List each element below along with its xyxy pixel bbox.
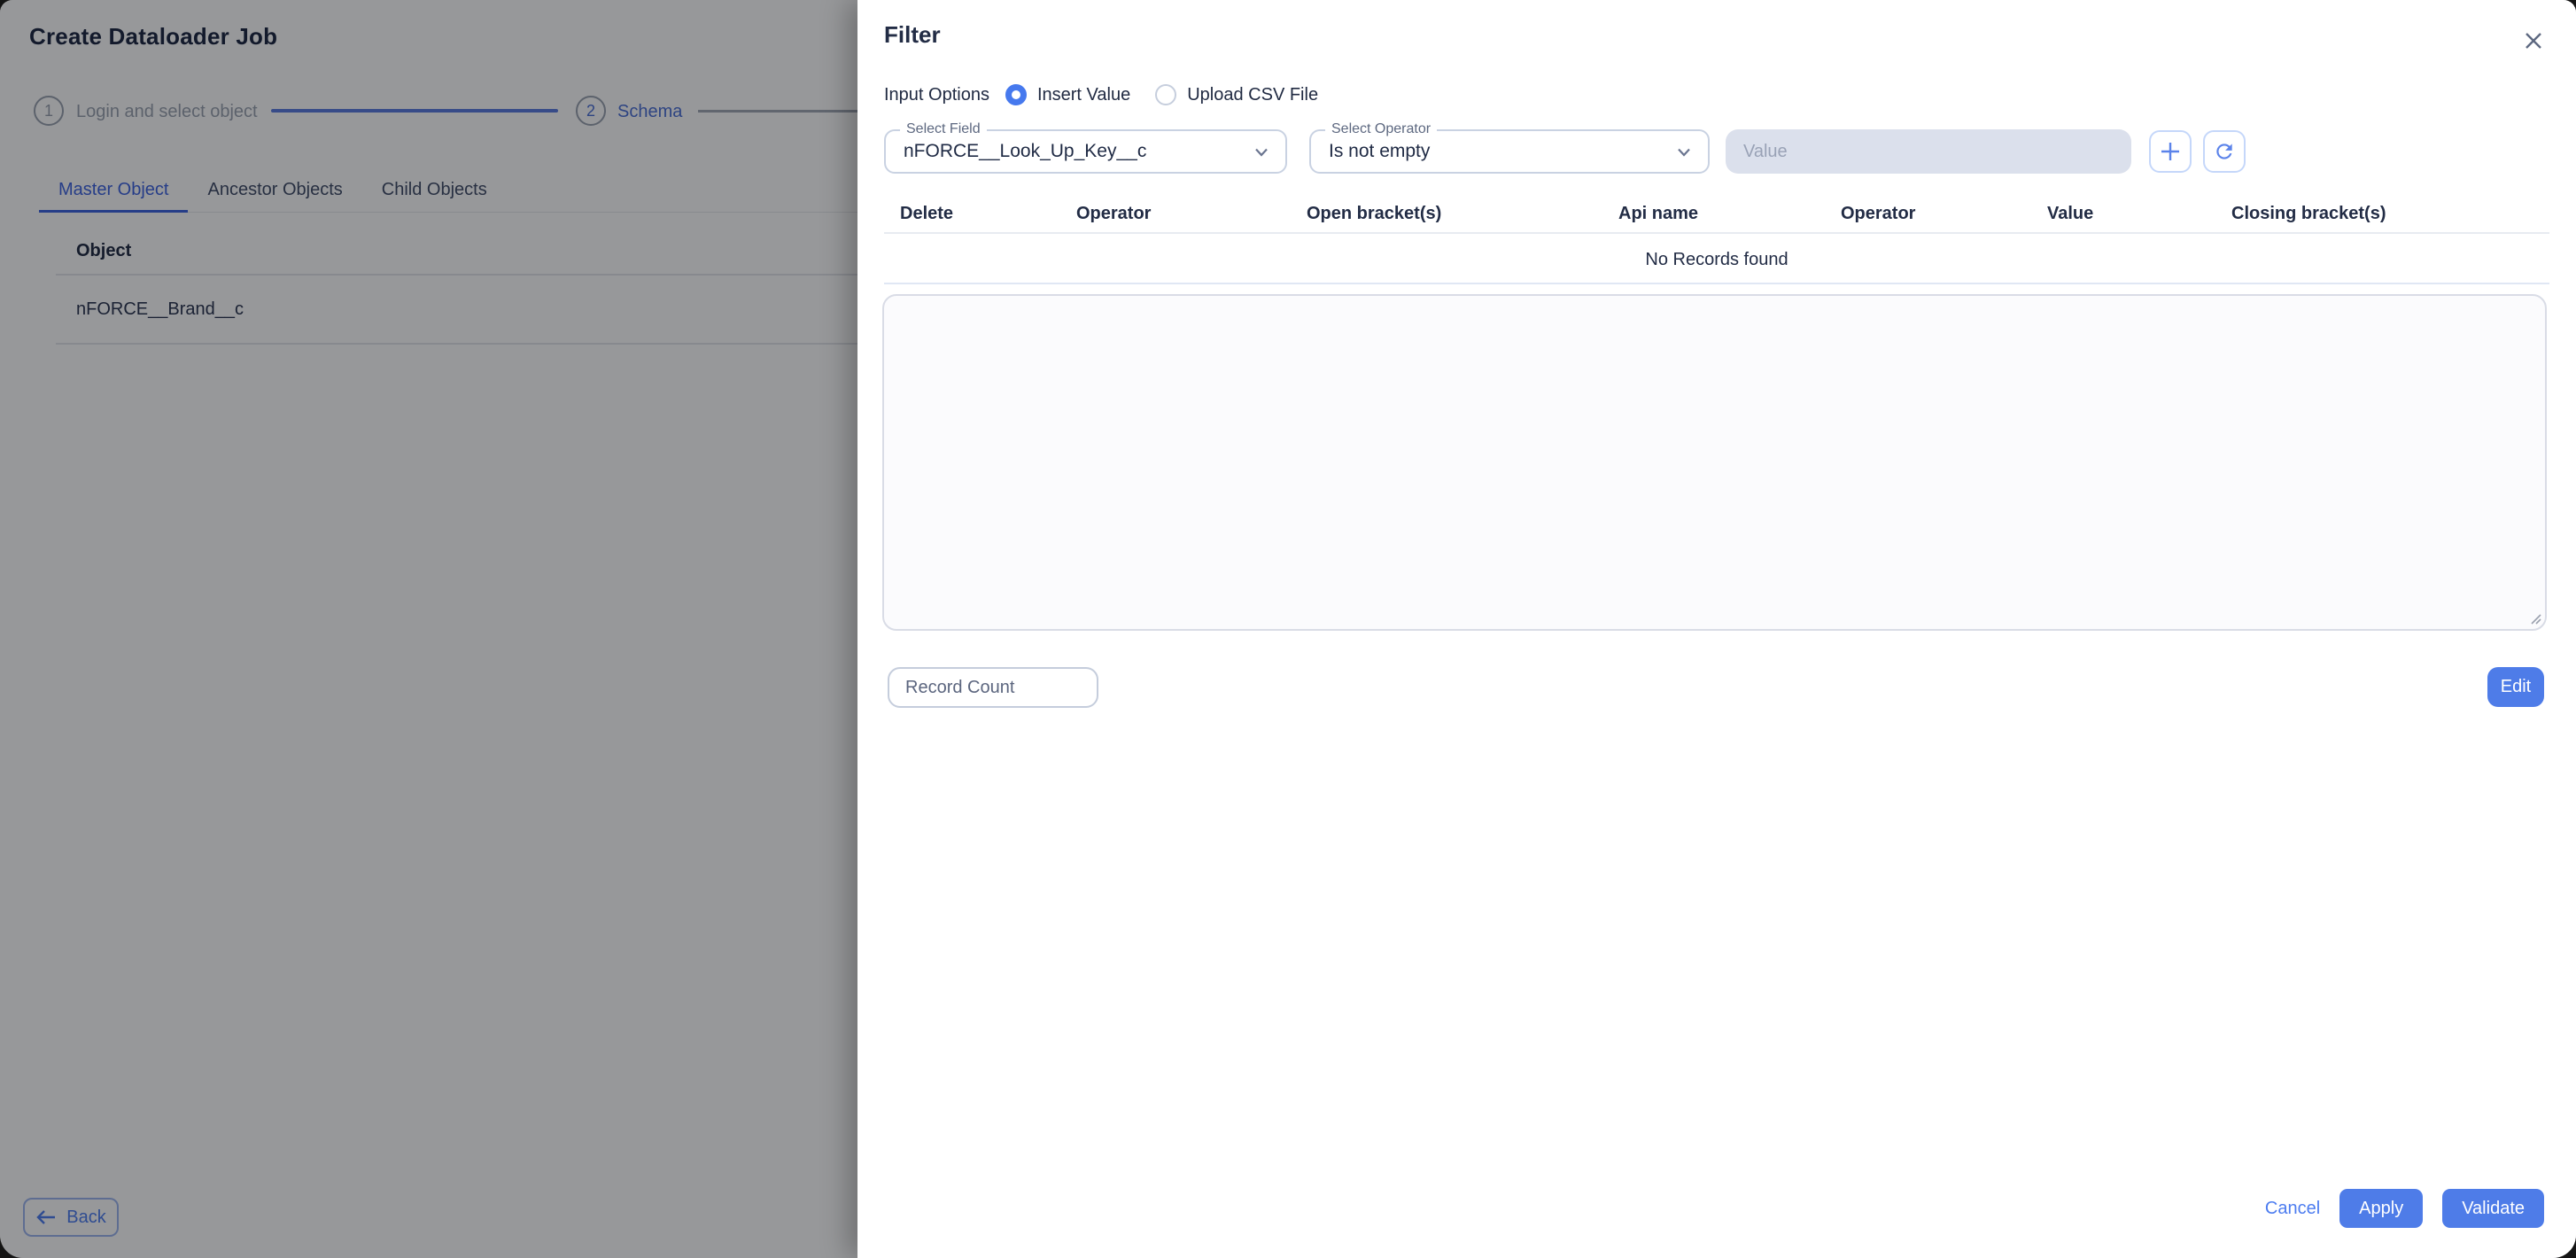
radio-upload-csv[interactable] — [1155, 84, 1177, 105]
refresh-icon — [2216, 144, 2232, 159]
select-field-value: nFORCE__Look_Up_Key__c — [904, 141, 1147, 161]
add-condition-button[interactable] — [2149, 130, 2192, 173]
select-field-dropdown[interactable]: Select Field nFORCE__Look_Up_Key__c — [884, 121, 1287, 174]
input-options-label: Input Options — [884, 84, 989, 105]
chevron-down-icon — [1255, 148, 1268, 157]
plus-icon — [2161, 143, 2179, 160]
apply-button[interactable]: Apply — [2339, 1189, 2424, 1228]
column-header-value: Value — [2047, 204, 2094, 223]
input-options-row: Input Options Insert Value Upload CSV Fi… — [884, 82, 1343, 108]
select-operator-value: Is not empty — [1329, 141, 1431, 161]
divider — [884, 283, 2549, 284]
validate-button[interactable]: Validate — [2442, 1189, 2544, 1228]
select-operator-dropdown[interactable]: Select Operator Is not empty — [1309, 121, 1710, 174]
chevron-down-icon — [1678, 148, 1690, 157]
record-count-input[interactable] — [888, 667, 1098, 708]
drawer-actions: Cancel Apply Validate — [2265, 1189, 2544, 1228]
value-input — [1726, 129, 2131, 174]
column-header-open-brackets: Open bracket(s) — [1307, 204, 1442, 223]
radio-insert-value-label[interactable]: Insert Value — [1037, 85, 1130, 105]
radio-upload-csv-label[interactable]: Upload CSV File — [1187, 85, 1318, 105]
edit-button[interactable]: Edit — [2487, 667, 2544, 707]
filter-drawer: Filter Input Options Insert Value Upload… — [857, 0, 2576, 1258]
column-header-closing-brackets: Closing bracket(s) — [2231, 204, 2386, 223]
column-header-api-name: Api name — [1618, 204, 1699, 223]
drawer-title: Filter — [884, 21, 941, 48]
app-window: Create Dataloader Job 1 Login and select… — [0, 0, 2576, 1258]
divider — [884, 232, 2549, 234]
refresh-button[interactable] — [2203, 130, 2246, 173]
cancel-button[interactable]: Cancel — [2265, 1199, 2320, 1219]
column-header-operator-2: Operator — [1841, 204, 1916, 223]
column-header-delete: Delete — [900, 204, 954, 223]
filter-query-textarea[interactable] — [882, 294, 2547, 631]
radio-insert-value[interactable] — [1005, 84, 1027, 105]
close-icon — [2526, 33, 2541, 49]
screen: Create Dataloader Job 1 Login and select… — [0, 0, 2576, 1258]
column-header-operator: Operator — [1076, 204, 1152, 223]
close-button[interactable] — [2518, 25, 2549, 57]
empty-records-message: No Records found — [1645, 250, 1788, 269]
